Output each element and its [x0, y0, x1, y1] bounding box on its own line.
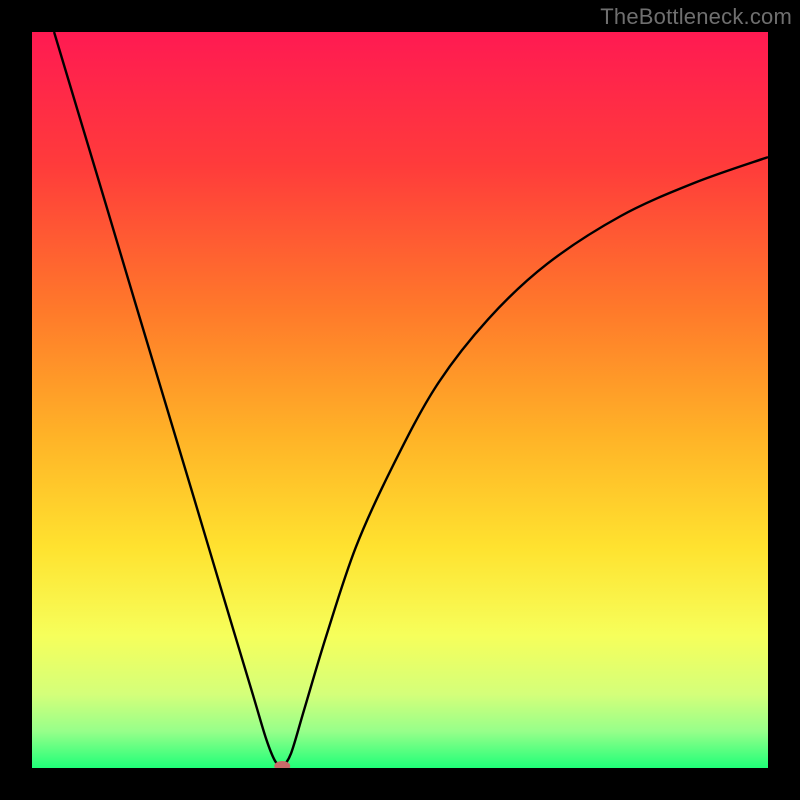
plot-area [32, 32, 768, 768]
gradient-background [32, 32, 768, 768]
chart-frame: TheBottleneck.com [0, 0, 800, 800]
chart-svg [32, 32, 768, 768]
attribution-text: TheBottleneck.com [600, 4, 792, 30]
